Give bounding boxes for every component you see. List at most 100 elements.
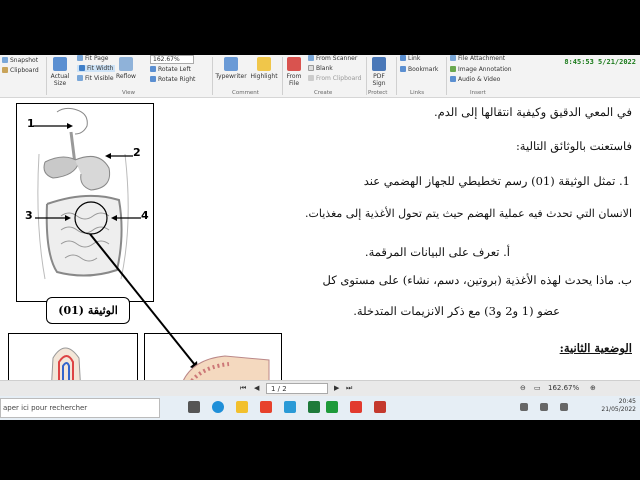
text-line-5: أ. تعرف على البيانات المرقمة. (364, 245, 510, 259)
snapshot-button[interactable]: Snapshot (2, 57, 38, 64)
text-line-6: ب. ماذا يحدث لهذه الأغذية (بروتين، دسم، … (322, 273, 632, 287)
typewriter-label: Typewriter (215, 73, 247, 80)
reflow-label: Reflow (116, 73, 136, 80)
audio-video-button[interactable]: Audio & Video (450, 76, 500, 83)
blank-button[interactable]: Blank (308, 65, 333, 72)
text-line-2: فاستعنت بالوثائق التالية: (515, 139, 632, 153)
from-clipboard-button[interactable]: From Clipboard (308, 75, 361, 82)
rotate-right-icon (150, 76, 156, 82)
rotate-right-label: Rotate Right (158, 76, 196, 83)
windows-taskbar: aper ici pour rechercher 20:45 21/05/202… (0, 396, 640, 420)
audio-video-label: Audio & Video (458, 76, 501, 83)
first-page-icon[interactable]: ⏮ (240, 384, 246, 393)
fit-width-label: Fit Width (87, 65, 114, 72)
page-number-input[interactable]: 1 / 2 (266, 383, 328, 394)
page-icon (53, 57, 67, 71)
image-annotation-button[interactable]: Image Annotation (450, 66, 512, 73)
link-label: Link (408, 55, 421, 62)
camera-icon (2, 57, 8, 63)
tray-time: 20:45 (618, 398, 636, 405)
reflow-icon (119, 57, 133, 71)
insert-group-label: Insert (470, 90, 486, 96)
rotate-left-button[interactable]: Rotate Left (150, 66, 191, 73)
fit-icon[interactable]: ▭ (534, 384, 541, 392)
zoom-select[interactable]: 162.67% (150, 55, 194, 64)
clipboard-small-icon (308, 75, 314, 81)
bookmark-button[interactable]: Bookmark (400, 66, 438, 73)
zoom-out-icon[interactable]: ⊖ (520, 384, 526, 392)
pdf-app-icon[interactable] (350, 401, 362, 413)
from-scanner-button[interactable]: From Scanner (308, 55, 357, 62)
fit-page-icon (77, 55, 83, 61)
tray-date: 21/05/2022 (601, 406, 636, 413)
paperclip-icon (450, 55, 456, 61)
taskbar-search-input[interactable]: aper ici pour rechercher (0, 398, 160, 418)
excel-icon[interactable] (326, 401, 338, 413)
red-app-icon[interactable] (260, 401, 272, 413)
typewriter-icon (224, 57, 238, 71)
fit-page-label: Fit Page (85, 55, 109, 62)
section-heading: الوضعية الثانية: (559, 341, 632, 355)
link-button[interactable]: Link (400, 55, 420, 62)
green-app-icon[interactable] (308, 401, 320, 413)
blank-page-icon (308, 65, 314, 71)
protect-group-label: Protect (368, 90, 388, 96)
media-icon (450, 76, 456, 82)
file-explorer-icon[interactable] (236, 401, 248, 413)
fit-page-button[interactable]: Fit Page (77, 55, 108, 62)
page-navigation-bar: ⏮ ◀ 1 / 2 ▶ ⏭ ⊖ ▭ 162.67% ⊕ (0, 380, 640, 396)
screen-recorder-clock: 8:45:53 5/21/2022 (564, 58, 636, 66)
file-attachment-button[interactable]: File Attachment (450, 55, 505, 62)
comment-group-label: Comment (232, 90, 259, 96)
fit-visible-label: Fit Visible (85, 75, 114, 82)
snapshot-label: Snapshot (10, 57, 39, 64)
clipboard-button[interactable]: Clipboard (2, 67, 39, 74)
link-icon (400, 55, 406, 61)
clipboard-icon (2, 67, 8, 73)
highlight-label: Highlight (250, 73, 278, 80)
fit-width-button[interactable]: Fit Width (77, 65, 116, 72)
actual-size-label: Actual Size (50, 73, 70, 87)
document-page[interactable]: 1 2 3 4 الوثيقة (01) في المعي الدقيق وكي… (0, 99, 640, 393)
fit-visible-icon (77, 75, 83, 81)
volume-icon[interactable] (540, 403, 548, 411)
pdf-sign-label: PDF Sign (372, 73, 386, 87)
fit-width-icon (79, 65, 85, 71)
prev-page-icon[interactable]: ◀ (254, 384, 259, 392)
last-page-icon[interactable]: ⏭ (346, 384, 352, 393)
reflow-button[interactable]: Reflow (114, 57, 138, 80)
network-icon[interactable] (520, 403, 528, 411)
text-line-7: عضو (1 و2 و3) مع ذكر الانزيمات المتدخلة. (353, 304, 560, 318)
blank-label: Blank (316, 65, 333, 72)
task-view-icon[interactable] (188, 401, 200, 413)
edge-icon[interactable] (212, 401, 224, 413)
file-attachment-label: File Attachment (458, 55, 506, 62)
actual-size-button[interactable]: Actual Size (48, 57, 72, 87)
tray-clock[interactable]: 20:45 21/05/2022 (601, 398, 636, 414)
zoom-in-icon[interactable]: ⊕ (590, 384, 596, 392)
pdf-reader-window: Snapshot Clipboard Actual Size Fit Page … (0, 55, 640, 396)
from-file-button[interactable]: From File (284, 57, 304, 87)
next-page-icon[interactable]: ▶ (334, 384, 339, 392)
text-line-3: 1. تمثل الوثيقة (01) رسم تخطيطي للجهاز ا… (363, 174, 630, 188)
rotate-left-icon (150, 66, 156, 72)
pdf-sign-button[interactable]: PDF Sign (368, 57, 390, 87)
battery-icon[interactable] (560, 403, 568, 411)
zoom-value: 162.67% (153, 56, 180, 63)
typewriter-button[interactable]: Typewriter (214, 57, 248, 80)
blue-app-icon[interactable] (284, 401, 296, 413)
view-group-label: View (122, 90, 136, 96)
file-icon (287, 57, 301, 71)
rotate-left-label: Rotate Left (158, 66, 191, 73)
toolbar-ribbon: Snapshot Clipboard Actual Size Fit Page … (0, 55, 640, 98)
links-group-label: Links (410, 90, 425, 96)
text-line-4: الانسان التي تحدث فيه عملية الهضم حيث يت… (305, 207, 632, 220)
status-zoom-value[interactable]: 162.67% (548, 384, 579, 392)
highlight-icon (257, 57, 271, 71)
rotate-right-button[interactable]: Rotate Right (150, 76, 195, 83)
clipboard-label: Clipboard (10, 67, 39, 74)
powerpoint-icon[interactable] (374, 401, 386, 413)
bookmark-label: Bookmark (408, 66, 439, 73)
fit-visible-button[interactable]: Fit Visible (77, 75, 114, 82)
highlight-button[interactable]: Highlight (250, 57, 278, 80)
